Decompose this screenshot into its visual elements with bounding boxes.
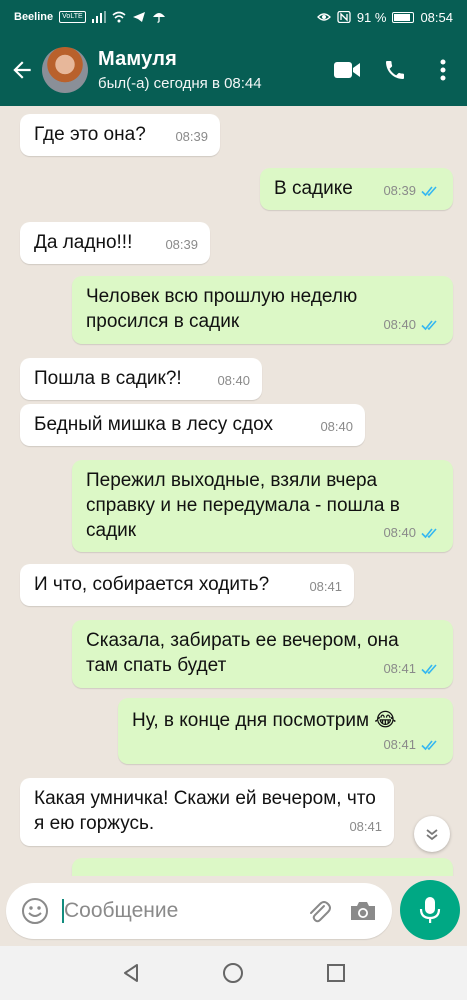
message-time: 08:41 bbox=[349, 819, 382, 834]
read-ticks-icon bbox=[421, 663, 437, 674]
read-ticks-icon bbox=[421, 319, 437, 330]
message-time: 08:41 bbox=[383, 737, 416, 752]
message-text: Бедный мишка в лесу сдох bbox=[34, 414, 273, 435]
more-icon[interactable] bbox=[419, 46, 467, 94]
message-outgoing[interactable]: В садике 08:39 bbox=[260, 168, 453, 210]
nav-recents-icon[interactable] bbox=[325, 962, 347, 984]
message-time: 08:41 bbox=[309, 579, 342, 594]
message-outgoing[interactable]: Пережил выходные, взяли вчера справку и … bbox=[72, 460, 453, 552]
message-time: 08:40 bbox=[217, 373, 250, 388]
message-text: Какая умничка! Скажи ей вечером, что я е… bbox=[34, 788, 376, 834]
mic-icon bbox=[419, 897, 441, 923]
message-time: 08:39 bbox=[165, 237, 198, 252]
message-incoming[interactable]: Какая умничка! Скажи ей вечером, что я е… bbox=[20, 778, 394, 846]
message-text: Пошла в садик?! bbox=[34, 368, 182, 389]
message-input-placeholder: Сообщение bbox=[64, 899, 179, 922]
read-ticks-icon bbox=[421, 739, 437, 750]
camera-icon[interactable] bbox=[348, 896, 378, 926]
signal-icon bbox=[91, 11, 106, 23]
message-text: В садике bbox=[274, 178, 353, 199]
nav-back-icon[interactable] bbox=[120, 962, 142, 984]
message-outgoing-partial[interactable] bbox=[72, 858, 453, 876]
message-time: 08:40 bbox=[383, 525, 416, 540]
clock: 08:54 bbox=[420, 9, 453, 25]
eye-icon bbox=[316, 13, 331, 21]
video-call-icon[interactable] bbox=[323, 46, 371, 94]
system-nav-bar bbox=[0, 946, 467, 1000]
nfc-icon bbox=[337, 11, 351, 23]
chevron-down-icon bbox=[426, 829, 438, 841]
contact-name: Мамуля bbox=[98, 48, 177, 70]
mic-button[interactable] bbox=[400, 880, 460, 940]
telegram-icon bbox=[132, 12, 145, 22]
carrier-name: Beeline bbox=[14, 11, 54, 23]
message-incoming[interactable]: Пошла в садик?! 08:40 bbox=[20, 358, 262, 400]
composer: Сообщение bbox=[0, 876, 467, 946]
attach-icon[interactable] bbox=[304, 896, 334, 926]
volte-badge: VoLTE bbox=[59, 11, 86, 23]
nav-home-icon[interactable] bbox=[222, 962, 244, 984]
read-ticks-icon bbox=[421, 185, 437, 196]
message-outgoing[interactable]: Ну, в конце дня посмотрим 😂 08:41 bbox=[118, 698, 453, 764]
message-outgoing[interactable]: Человек всю прошлую неделю просился в са… bbox=[72, 276, 453, 344]
message-time: 08:40 bbox=[320, 419, 353, 434]
message-text: Ну, в конце дня посмотрим 😂 bbox=[132, 710, 397, 731]
message-time: 08:40 bbox=[383, 317, 416, 332]
message-text: И что, собирается ходить? bbox=[34, 574, 270, 595]
wifi-icon bbox=[112, 11, 126, 23]
message-outgoing[interactable]: Сказала, забирать ее вечером, она там сп… bbox=[72, 620, 453, 688]
text-cursor bbox=[62, 899, 64, 923]
umbrella-icon bbox=[152, 13, 165, 23]
message-input-container[interactable]: Сообщение bbox=[6, 883, 392, 939]
message-list[interactable]: Где это она? 08:39 В садике 08:39 Да лад… bbox=[0, 106, 467, 876]
back-arrow-icon[interactable] bbox=[2, 50, 42, 90]
phone-icon[interactable] bbox=[371, 46, 419, 94]
contact-info[interactable]: Мамуля был(-а) сегодня в 08:44 bbox=[98, 48, 323, 92]
battery-icon bbox=[392, 11, 415, 23]
scroll-down-button[interactable] bbox=[414, 816, 450, 852]
message-input[interactable]: Сообщение bbox=[62, 899, 304, 923]
message-time: 08:39 bbox=[383, 183, 416, 198]
message-text: Человек всю прошлую неделю просился в са… bbox=[86, 286, 358, 332]
message-incoming[interactable]: И что, собирается ходить? 08:41 bbox=[20, 564, 354, 606]
chat-header: Мамуля был(-а) сегодня в 08:44 bbox=[0, 34, 467, 106]
last-seen-status: был(-а) сегодня в 08:44 bbox=[98, 75, 262, 92]
message-time: 08:39 bbox=[175, 129, 208, 144]
message-incoming[interactable]: Где это она? 08:39 bbox=[20, 114, 220, 156]
status-bar: Beeline VoLTE 91 % 08:54 bbox=[0, 0, 467, 34]
message-text: Где это она? bbox=[34, 124, 146, 145]
message-incoming[interactable]: Да ладно!!! 08:39 bbox=[20, 222, 210, 264]
message-incoming[interactable]: Бедный мишка в лесу сдох 08:40 bbox=[20, 404, 365, 446]
avatar[interactable] bbox=[42, 47, 88, 93]
message-time: 08:41 bbox=[383, 661, 416, 676]
battery-percent: 91 % bbox=[356, 9, 387, 25]
emoji-icon[interactable] bbox=[20, 896, 50, 926]
read-ticks-icon bbox=[421, 527, 437, 538]
message-text: Да ладно!!! bbox=[34, 232, 133, 253]
